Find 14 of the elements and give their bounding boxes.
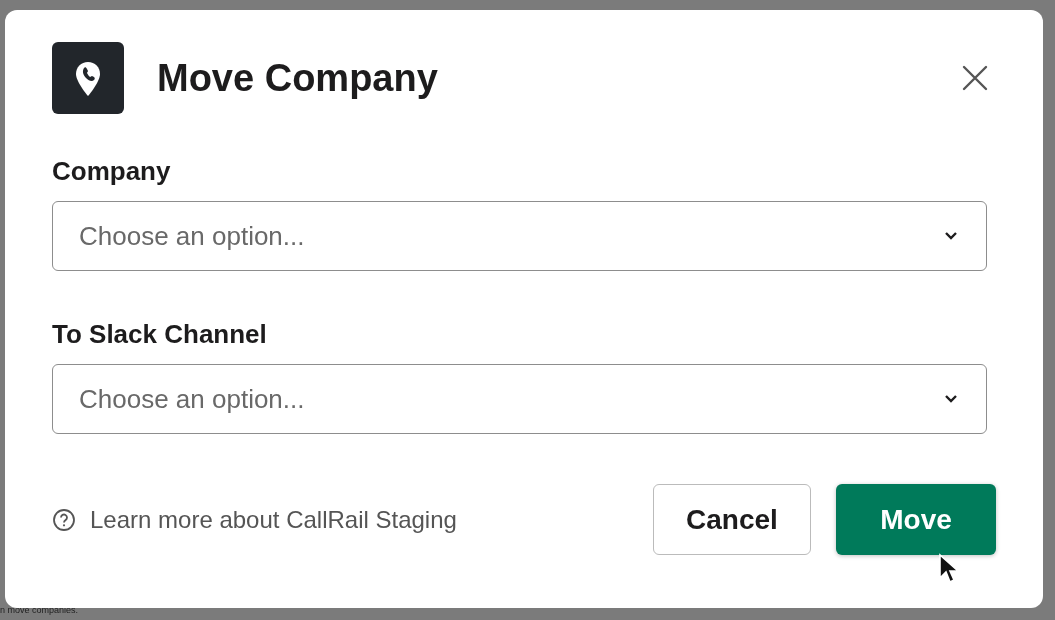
- chevron-down-icon: [944, 231, 958, 241]
- select-field[interactable]: Choose an option...: [52, 201, 987, 271]
- cancel-button[interactable]: Cancel: [653, 484, 811, 555]
- close-icon[interactable]: [962, 65, 988, 91]
- location-pin-phone-icon: [52, 42, 124, 114]
- move-button[interactable]: Move: [836, 484, 996, 555]
- select-field[interactable]: Choose an option...: [52, 364, 987, 434]
- field-label: To Slack Channel: [52, 319, 268, 350]
- help-icon: [52, 507, 76, 532]
- background-text: n move companies.: [0, 605, 79, 615]
- chevron-down-icon: [944, 394, 958, 404]
- dialog-title: Move Company: [157, 56, 439, 100]
- field-label: Company: [52, 156, 172, 187]
- help-link[interactable]: Learn more about CallRail Staging: [52, 505, 457, 534]
